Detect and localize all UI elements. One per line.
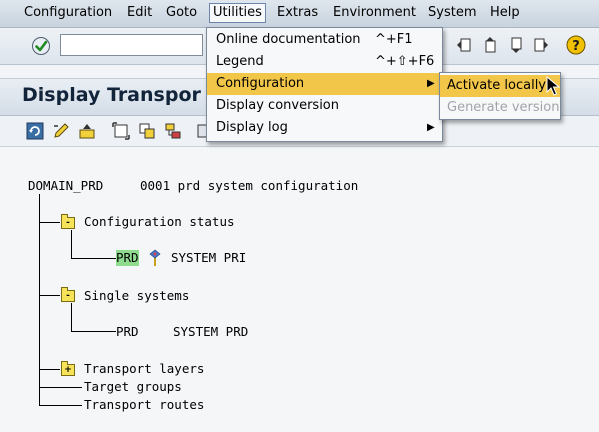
menu-item-shortcut: ^+F1 [375, 32, 413, 47]
next-page-icon[interactable] [507, 36, 525, 54]
mouse-cursor-icon [546, 76, 560, 96]
menu-item-label: Legend [216, 54, 264, 69]
folder-icon[interactable]: - [61, 287, 75, 302]
page-title: Display Transpor [22, 84, 201, 106]
tree-connector [39, 295, 60, 296]
tree-connector [71, 303, 72, 332]
menu-configuration[interactable]: Configuration [21, 4, 115, 22]
menu-extras[interactable]: Extras [274, 4, 321, 22]
previous-page-icon[interactable] [481, 36, 499, 54]
tree-node-target-groups[interactable]: Target groups [84, 379, 182, 395]
tree-connector [39, 405, 82, 406]
tree-node-prd-description: SYSTEM PRI [171, 250, 247, 265]
menu-bar: Configuration Edit Goto Utilities Extras… [0, 0, 599, 28]
configuration-submenu: Activate locally Generate version [439, 72, 561, 120]
refresh-icon[interactable] [26, 122, 44, 140]
change-icon[interactable] [78, 122, 96, 140]
tree-area: DOMAIN_PRD 0001 prd system configuration… [0, 147, 599, 432]
edit-icon[interactable] [52, 122, 70, 140]
tree-node-prd-system[interactable]: PRD [116, 250, 139, 266]
menu-item-display-conversion[interactable]: Display conversion [207, 95, 442, 117]
menu-item-label: Generate version [447, 100, 560, 115]
menu-item-label: Activate locally [447, 78, 547, 93]
tree-node-transport-layers[interactable]: Transport layers [84, 361, 204, 377]
menu-item-legend[interactable]: Legend ^+⇧+F6 [207, 51, 442, 73]
tree-root-description: 0001 prd system configuration [140, 178, 359, 193]
menu-item-label: Display conversion [216, 98, 340, 113]
first-page-icon[interactable] [455, 36, 473, 54]
command-field[interactable] [60, 34, 203, 56]
help-icon[interactable]: ? [566, 35, 586, 55]
tree-root-name[interactable]: DOMAIN_PRD [28, 178, 103, 194]
menu-help[interactable]: Help [487, 4, 523, 22]
folder-icon[interactable]: - [61, 214, 75, 229]
svg-text:?: ? [572, 39, 580, 54]
menu-item-label: Display log [216, 120, 288, 135]
tree-connector [71, 331, 116, 332]
transport-tool-icon [149, 249, 161, 266]
hierarchy-icon[interactable] [164, 122, 182, 140]
menu-goto[interactable]: Goto [163, 4, 200, 22]
menu-system[interactable]: System [425, 4, 479, 22]
folder-icon[interactable]: + [61, 361, 75, 376]
tree-connector [39, 222, 60, 223]
tree-connector [39, 369, 60, 370]
menu-item-shortcut: ^+⇧+F6 [375, 54, 435, 69]
menu-edit[interactable]: Edit [124, 4, 155, 22]
menu-item-display-log[interactable]: Display log ▶ [207, 117, 442, 139]
menu-item-generate-version: Generate version [440, 97, 560, 119]
submenu-arrow-icon: ▶ [427, 78, 435, 89]
ok-icon[interactable] [31, 36, 51, 56]
tree-node-transport-routes[interactable]: Transport routes [84, 397, 204, 413]
submenu-arrow-icon: ▶ [427, 122, 435, 133]
menu-item-online-documentation[interactable]: Online documentation ^+F1 [207, 29, 442, 51]
menu-item-configuration[interactable]: Configuration ▶ [207, 73, 442, 95]
tree-node-single-systems[interactable]: Single systems [84, 288, 189, 304]
tree-node-prd-single[interactable]: PRD [116, 324, 139, 340]
tree-connector [71, 258, 116, 259]
menu-utilities[interactable]: Utilities [209, 3, 266, 23]
tree-connector [39, 194, 40, 405]
collapse-icon[interactable] [138, 122, 156, 140]
menu-item-activate-locally[interactable]: Activate locally [440, 75, 560, 97]
tree-node-prd-single-description: SYSTEM PRD [173, 324, 249, 339]
tree-connector [39, 387, 82, 388]
tree-connector [71, 230, 72, 259]
utilities-menu: Online documentation ^+F1 Legend ^+⇧+F6 … [206, 27, 443, 142]
tree-node-configuration-status[interactable]: Configuration status [84, 214, 235, 230]
expand-icon[interactable] [112, 122, 130, 140]
menu-item-label: Configuration [216, 76, 305, 91]
last-page-icon[interactable] [532, 36, 550, 54]
menu-item-label: Online documentation [216, 32, 361, 47]
menu-environment[interactable]: Environment [330, 4, 419, 22]
